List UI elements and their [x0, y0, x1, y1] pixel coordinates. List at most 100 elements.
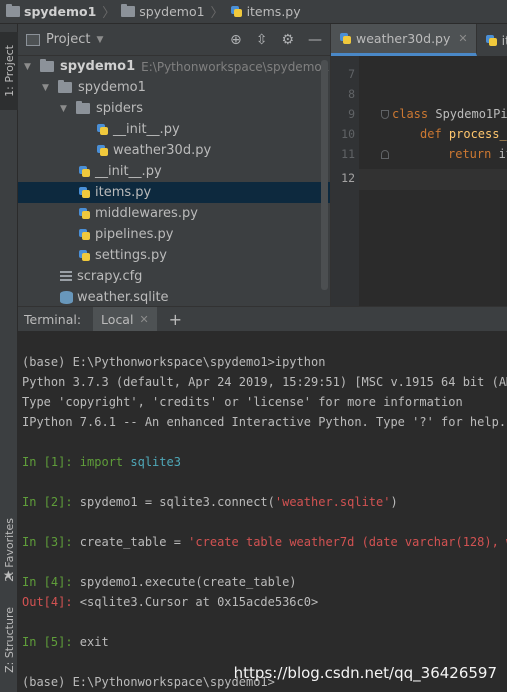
python-file-icon	[78, 165, 91, 178]
terminal-line: Python 3.7.3 (default, Apr 24 2019, 15:2…	[22, 375, 507, 389]
output-prompt: Out[4]:	[22, 595, 80, 609]
project-view-selector[interactable]: Project ▼	[26, 32, 103, 47]
chevron-right-icon: 〉	[102, 6, 116, 21]
folder-icon	[121, 4, 136, 17]
code-text: create_table =	[79, 535, 189, 549]
tree-item-label: settings.py	[95, 248, 167, 263]
input-prompt: In [1]:	[22, 455, 80, 469]
left-tool-strip: 1: Project 2: Favorites ★ Z: Structure	[0, 24, 18, 692]
tab-project[interactable]: 1: Project	[0, 32, 18, 110]
code-text: it	[498, 147, 507, 161]
code-text: <sqlite3.Cursor at 0x15acde536c0>	[79, 595, 319, 609]
code-string: 'create table weather7d (date varchar(12…	[188, 535, 507, 549]
breadcrumb-label: spydemo1	[139, 4, 205, 19]
tab-weather30d[interactable]: weather30d.py ✕	[331, 24, 477, 56]
folder-icon	[6, 4, 20, 17]
breadcrumb-item-file[interactable]: items.py	[230, 4, 301, 19]
line-number: 8	[348, 87, 355, 101]
code-line-9: class Spydemo1Pip	[392, 107, 507, 121]
project-panel-header: Project ▼ ⊕ ⇳ ⚙ —	[18, 24, 330, 56]
terminal-tab-label: Local	[101, 311, 134, 327]
database-file-icon	[60, 291, 73, 304]
input-prompt: In [2]:	[22, 495, 80, 509]
close-icon[interactable]: ✕	[139, 313, 148, 326]
chevron-down-icon: ▼	[96, 34, 104, 45]
fold-marker-icon[interactable]	[381, 150, 389, 159]
tree-item-file[interactable]: __init__.py	[18, 119, 330, 140]
expand-arrow-icon[interactable]: ▼	[24, 62, 34, 72]
code-module: sqlite3	[130, 455, 181, 469]
new-terminal-icon[interactable]: +	[169, 310, 182, 329]
tree-item-file-selected[interactable]: items.py	[18, 182, 330, 203]
tab-items[interactable]: ite	[477, 24, 507, 56]
tree-item-file[interactable]: __init__.py	[18, 161, 330, 182]
tree-item-label: pipelines.py	[95, 227, 174, 242]
tree-item-label: scrapy.cfg	[77, 269, 143, 284]
tree-item-file[interactable]: scrapy.cfg	[18, 266, 330, 287]
tree-item-file[interactable]: pipelines.py	[18, 224, 330, 245]
python-file-icon	[78, 207, 91, 220]
tab-label: ite	[501, 32, 507, 48]
folder-icon	[58, 80, 72, 93]
tab-structure-label: Z: Structure	[2, 607, 16, 673]
project-scrollbar[interactable]	[321, 60, 328, 290]
breadcrumb-item-package[interactable]: spydemo1	[121, 4, 205, 19]
breadcrumb-label: spydemo1	[24, 4, 97, 19]
python-file-icon	[78, 228, 91, 241]
project-panel-title: Project	[46, 32, 91, 47]
tree-item-package[interactable]: ▼ spydemo1	[18, 77, 330, 98]
star-icon: ★	[3, 568, 14, 582]
folder-icon	[76, 101, 90, 114]
line-number: 11	[341, 147, 355, 161]
terminal-line: In [5]: exit	[22, 635, 109, 649]
terminal-tab-local[interactable]: Local ✕	[93, 306, 157, 332]
line-number: 7	[348, 67, 355, 81]
code-text: spydemo1 = sqlite3.connect(	[79, 495, 275, 509]
code-keyword: class	[392, 107, 436, 121]
tree-item-label: spydemo1	[60, 59, 136, 74]
python-file-icon	[78, 186, 91, 199]
terminal-line: In [4]: spydemo1.execute(create_table)	[22, 575, 297, 589]
tree-item-file[interactable]: weather.sqlite	[18, 287, 330, 306]
watermark-text: https://blog.csdn.net/qq_36426597	[233, 664, 497, 682]
breadcrumb: spydemo1 〉 spydemo1 〉 items.py	[0, 0, 507, 24]
tree-item-spiders[interactable]: ▼ spiders	[18, 98, 330, 119]
tree-item-root[interactable]: ▼ spydemo1 E:\Pythonworkspace\spydemo1	[18, 56, 330, 77]
tree-item-file[interactable]: weather30d.py	[18, 140, 330, 161]
input-prompt: In [3]:	[22, 535, 80, 549]
fold-marker-icon[interactable]	[381, 110, 389, 119]
minimize-icon[interactable]: —	[308, 32, 322, 48]
terminal-line: Type 'copyright', 'credits' or 'license'…	[22, 395, 463, 409]
code-text: spydemo1.execute(create_table)	[79, 575, 297, 589]
tree-item-label: spydemo1	[78, 80, 146, 95]
collapse-all-icon[interactable]: ⇳	[256, 32, 268, 48]
project-panel-tools: ⊕ ⇳ ⚙ —	[230, 32, 330, 48]
editor: weather30d.py ✕ ite 7 8 9 10 11 12 class…	[330, 24, 507, 306]
terminal-label: Terminal:	[24, 311, 82, 327]
tab-project-label: 1: Project	[2, 45, 16, 97]
tree-item-label: __init__.py	[95, 164, 162, 179]
terminal-line: In [3]: create_table = 'create table wea…	[22, 535, 507, 549]
tree-item-file[interactable]: settings.py	[18, 245, 330, 266]
line-number: 12	[341, 171, 355, 185]
tree-item-label: __init__.py	[113, 122, 180, 137]
gear-icon[interactable]: ⚙	[281, 32, 294, 48]
terminal-output[interactable]: (base) E:\Pythonworkspace\spydemo1>ipyth…	[18, 331, 507, 692]
tab-favorites[interactable]: 2: Favorites	[0, 502, 18, 598]
breadcrumb-item-project[interactable]: spydemo1	[6, 4, 96, 19]
terminal-line: IPython 7.6.1 -- An enhanced Interactive…	[22, 415, 507, 429]
code-function: process_i	[448, 127, 507, 141]
terminal-line: (base) E:\Pythonworkspace\spydemo1>ipyth…	[22, 355, 326, 369]
expand-arrow-icon[interactable]: ▼	[42, 83, 52, 93]
python-file-icon	[339, 32, 352, 45]
tree-item-file[interactable]: middlewares.py	[18, 203, 330, 224]
code-string: 'weather.sqlite'	[274, 495, 391, 509]
python-file-icon	[96, 144, 109, 157]
code-line-11: return it	[448, 147, 507, 161]
tab-structure[interactable]: Z: Structure	[0, 592, 18, 688]
close-icon[interactable]: ✕	[458, 32, 467, 45]
python-file-icon	[96, 123, 109, 136]
locate-icon[interactable]: ⊕	[230, 32, 242, 48]
project-panel: Project ▼ ⊕ ⇳ ⚙ — ▼ spydemo1 E:\Pythonwo…	[18, 24, 330, 306]
expand-arrow-icon[interactable]: ▼	[60, 104, 70, 114]
